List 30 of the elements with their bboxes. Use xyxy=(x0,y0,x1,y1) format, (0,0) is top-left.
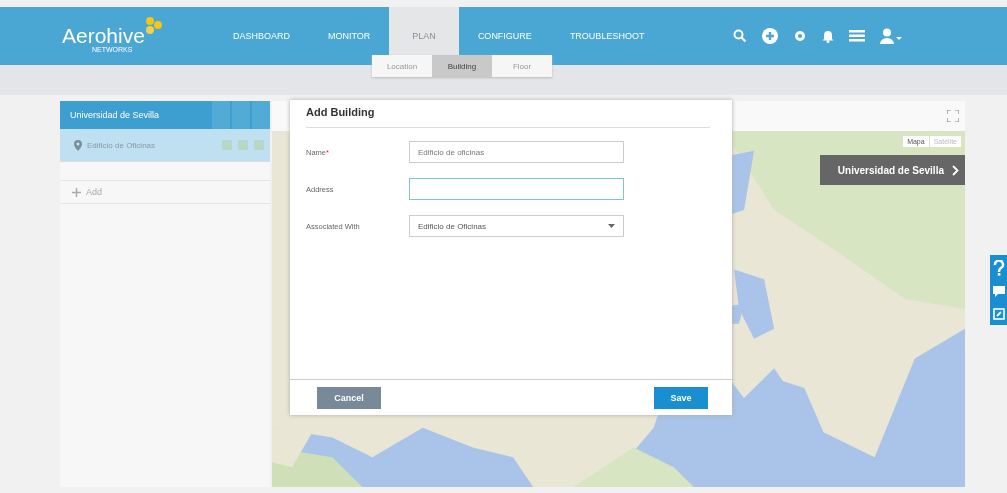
dialog-title: Add Building xyxy=(306,106,710,128)
text-field[interactable] xyxy=(409,178,624,200)
caret-icon xyxy=(608,224,615,228)
sub-tab[interactable]: Location xyxy=(372,55,432,77)
help-icon[interactable] xyxy=(992,260,1005,276)
building-name: Edificio de Oficinas xyxy=(87,140,157,150)
cancel-button[interactable]: Cancel xyxy=(317,386,381,409)
nav-tab[interactable]: TROUBLESHOOT xyxy=(550,7,664,55)
search-icon[interactable] xyxy=(733,29,748,43)
site-title: Universidad de Sevilla xyxy=(70,110,160,120)
add-button[interactable]: Add xyxy=(60,180,270,204)
save-button[interactable]: Save xyxy=(654,386,708,409)
add-icon[interactable] xyxy=(762,28,779,44)
chat-icon[interactable] xyxy=(992,286,1005,298)
bell-icon[interactable] xyxy=(822,29,835,43)
sub-tab[interactable]: Floor xyxy=(492,55,552,77)
chevron-icon xyxy=(952,164,959,176)
nav-tab[interactable]: MONITOR xyxy=(309,7,390,55)
list-icon[interactable] xyxy=(849,29,866,43)
text-field[interactable]: Edificio de oficinas xyxy=(409,141,624,163)
settings-icon[interactable] xyxy=(793,29,808,43)
dropdown[interactable]: Edificio de Oficinas xyxy=(409,215,624,237)
pin-icon xyxy=(74,139,82,151)
user-icon[interactable] xyxy=(880,28,903,44)
site-overlay-button[interactable]: Universidad de Sevilla xyxy=(820,155,965,185)
sub-tab[interactable]: Building xyxy=(432,55,492,77)
nav-tab[interactable]: CONFIGURE xyxy=(458,7,551,55)
fullscreen-icon[interactable] xyxy=(947,110,959,122)
nav-tab[interactable]: DASHBOARD xyxy=(214,7,309,55)
nav-tab[interactable]: PLAN xyxy=(389,7,459,55)
